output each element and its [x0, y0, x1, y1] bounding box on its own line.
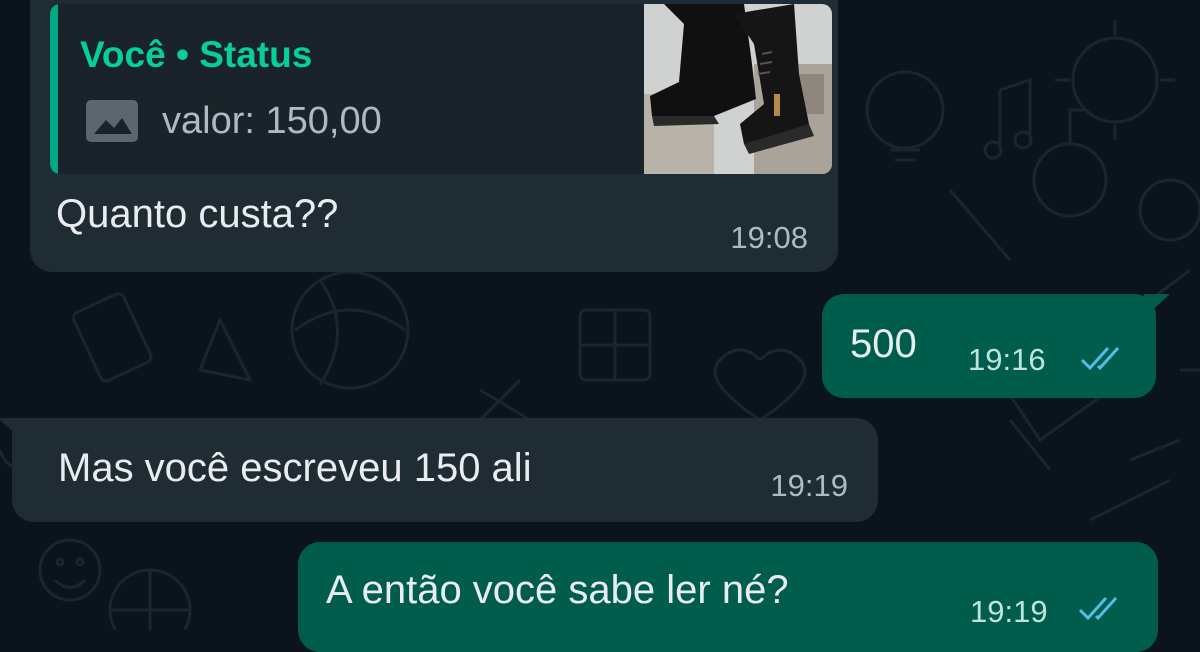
message-bubble-outgoing[interactable]: A então você sabe ler né? 19:19	[298, 542, 1158, 652]
message-text: 500	[850, 322, 917, 366]
message-text: A então você sabe ler né?	[326, 568, 789, 612]
bubble-tail	[1144, 294, 1170, 318]
status-thumbnail[interactable]	[644, 4, 832, 174]
quote-accent-bar	[50, 4, 58, 174]
message-text: Quanto custa??	[56, 192, 339, 236]
message-time: 19:19	[970, 594, 1048, 629]
message-bubble-incoming[interactable]: Mas você escreveu 150 ali 19:19	[0, 418, 878, 522]
message-text: Mas você escreveu 150 ali	[58, 446, 532, 490]
message-bubble-incoming[interactable]: Você • Status valor: 150,00 Quanto custa…	[30, 0, 838, 272]
message-time: 19:19	[770, 468, 848, 503]
message-bubble-outgoing[interactable]: 500 19:16	[822, 294, 1170, 398]
quote-author: Você • Status	[80, 34, 313, 75]
quote-text: valor: 150,00	[162, 100, 382, 142]
message-time: 19:16	[968, 342, 1046, 377]
double-check-read-icon	[1080, 346, 1120, 371]
double-check-read-icon	[1078, 596, 1118, 621]
bubble-tail	[0, 418, 24, 442]
quoted-status[interactable]: Você • Status valor: 150,00	[50, 4, 832, 174]
image-icon	[86, 100, 138, 142]
message-time: 19:08	[730, 220, 808, 255]
